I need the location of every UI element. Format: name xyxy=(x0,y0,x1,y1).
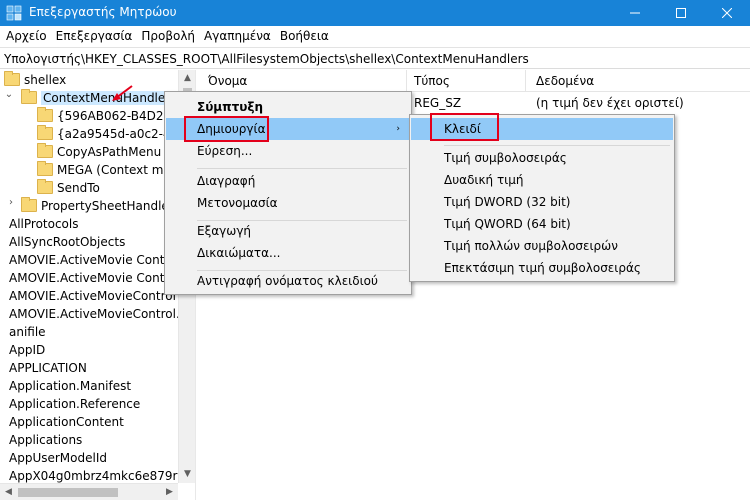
menu-item-copy-key-name[interactable]: Αντιγραφή ονόματος κλειδιού xyxy=(166,270,410,292)
submenu-item-expandable-string-value[interactable]: Επεκτάσιμη τιμή συμβολοσειράς xyxy=(411,257,673,279)
menu-item-rename[interactable]: Μετονομασία xyxy=(166,192,410,214)
submenu-item-multi-string-value[interactable]: Τιμή πολλών συμβολοσειρών xyxy=(411,235,673,257)
close-button[interactable] xyxy=(704,0,750,26)
column-header: Όνομα Τύπος Δεδομένα xyxy=(200,70,750,92)
scroll-down-icon[interactable]: ▼ xyxy=(179,466,196,483)
tree-item[interactable]: ApplicationContent xyxy=(9,413,124,431)
tree-item[interactable]: AppX04g0mbrz4mkc6e879rpf6q xyxy=(9,467,178,483)
menu-item-find[interactable]: Εύρεση... xyxy=(166,140,410,162)
column-divider[interactable] xyxy=(525,70,526,92)
tree-item-contextmenuhandlers[interactable]: ContextMenuHandlers xyxy=(21,89,178,107)
value-data: (η τιμή δεν έχει οριστεί) xyxy=(536,96,684,110)
scroll-up-icon[interactable]: ▲ xyxy=(179,70,196,87)
minimize-icon xyxy=(630,12,640,14)
menu-view[interactable]: Προβολή xyxy=(137,26,200,46)
submenu-item-qword-value[interactable]: Τιμή QWORD (64 bit) xyxy=(411,213,673,235)
scroll-left-icon[interactable]: ◀ xyxy=(0,484,17,501)
value-type: REG_SZ xyxy=(414,96,462,110)
menu-item-collapse[interactable]: Σύμπτυξη xyxy=(166,96,410,118)
menu-item-delete[interactable]: Διαγραφή xyxy=(166,170,410,192)
tree-item[interactable]: {596AB062-B4D2-42 xyxy=(37,107,178,125)
tree-item[interactable]: {a2a9545d-a0c2-42b xyxy=(37,125,178,143)
submenu-item-binary-value[interactable]: Δυαδική τιμή xyxy=(411,169,673,191)
tree-item[interactable]: AMOVIE.ActiveMovie Contro xyxy=(9,251,176,269)
tree-item-shellex[interactable]: shellex xyxy=(4,71,66,89)
folder-icon xyxy=(21,89,37,104)
expand-chevron-icon[interactable]: › xyxy=(6,197,16,215)
folder-icon xyxy=(21,197,37,212)
tree-item[interactable]: Applications xyxy=(9,431,82,449)
tree-item[interactable]: SendTo xyxy=(37,179,100,197)
folder-icon xyxy=(37,143,53,158)
collapse-chevron-icon[interactable]: ⌄ xyxy=(4,89,14,107)
scroll-thumb[interactable] xyxy=(18,488,118,497)
annotation-arrow-icon xyxy=(112,85,133,101)
close-icon xyxy=(722,8,732,18)
folder-icon xyxy=(37,107,53,122)
tree-item[interactable]: APPLICATION xyxy=(9,359,87,377)
submenu-item-string-value[interactable]: Τιμή συμβολοσειράς xyxy=(411,147,673,169)
highlight-box-key xyxy=(430,113,499,141)
registry-tree: shellex ⌄ ContextMenuHandlers {596AB062-… xyxy=(0,70,178,483)
registry-editor-icon xyxy=(6,5,22,21)
column-divider[interactable] xyxy=(406,70,407,92)
tree-item[interactable]: AppUserModelId xyxy=(9,449,107,467)
tree-item[interactable]: Application.Manifest xyxy=(9,377,131,395)
scroll-right-icon[interactable]: ▶ xyxy=(161,484,178,501)
tree-item[interactable]: AMOVIE.ActiveMovie Contro xyxy=(9,269,176,287)
tree-item[interactable]: anifile xyxy=(9,323,46,341)
menu-divider xyxy=(197,168,407,169)
minimize-button[interactable] xyxy=(612,0,658,26)
menu-file[interactable]: Αρχείο xyxy=(2,26,52,46)
tree-horizontal-scrollbar[interactable]: ◀ ▶ xyxy=(0,483,178,500)
tree-item[interactable]: MEGA (Context men xyxy=(37,161,178,179)
tree-item[interactable]: CopyAsPathMenu xyxy=(37,143,161,161)
maximize-icon xyxy=(676,8,686,18)
column-name[interactable]: Όνομα xyxy=(208,74,247,88)
column-type[interactable]: Τύπος xyxy=(414,74,450,88)
tree-item[interactable]: AllProtocols xyxy=(9,215,79,233)
submenu-item-dword-value[interactable]: Τιμή DWORD (32 bit) xyxy=(411,191,673,213)
menu-divider xyxy=(444,145,670,146)
highlight-box-new xyxy=(184,116,269,142)
tree-item-propertysheethandlers[interactable]: PropertySheetHandlers xyxy=(21,197,178,215)
folder-icon xyxy=(37,179,53,194)
address-bar[interactable]: Υπολογιστής\HKEY_CLASSES_ROOT\AllFilesys… xyxy=(0,47,750,69)
tree-item[interactable]: AMOVIE.ActiveMovieControl xyxy=(9,287,176,305)
menu-edit[interactable]: Επεξεργασία xyxy=(52,26,138,46)
menu-bar: Αρχείο Επεξεργασία Προβολή Αγαπημένα Βοή… xyxy=(0,26,750,46)
menu-item-export[interactable]: Εξαγωγή xyxy=(166,220,410,242)
maximize-button[interactable] xyxy=(658,0,704,26)
folder-icon xyxy=(37,161,53,176)
title-bar: Επεξεργαστής Μητρώου xyxy=(0,0,750,26)
column-data[interactable]: Δεδομένα xyxy=(536,74,594,88)
tree-item[interactable]: Application.Reference xyxy=(9,395,140,413)
menu-favorites[interactable]: Αγαπημένα xyxy=(200,26,276,46)
menu-item-permissions[interactable]: Δικαιώματα... xyxy=(166,242,410,264)
window-title: Επεξεργαστής Μητρώου xyxy=(29,5,177,19)
folder-icon xyxy=(4,71,20,86)
folder-icon xyxy=(37,125,53,140)
submenu-arrow-icon: › xyxy=(396,124,400,134)
address-path: Υπολογιστής\HKEY_CLASSES_ROOT\AllFilesys… xyxy=(4,52,529,66)
menu-help[interactable]: Βοήθεια xyxy=(276,26,334,46)
tree-item[interactable]: AllSyncRootObjects xyxy=(9,233,125,251)
tree-item[interactable]: AMOVIE.ActiveMovieControl.2 xyxy=(9,305,178,323)
tree-item[interactable]: AppID xyxy=(9,341,45,359)
